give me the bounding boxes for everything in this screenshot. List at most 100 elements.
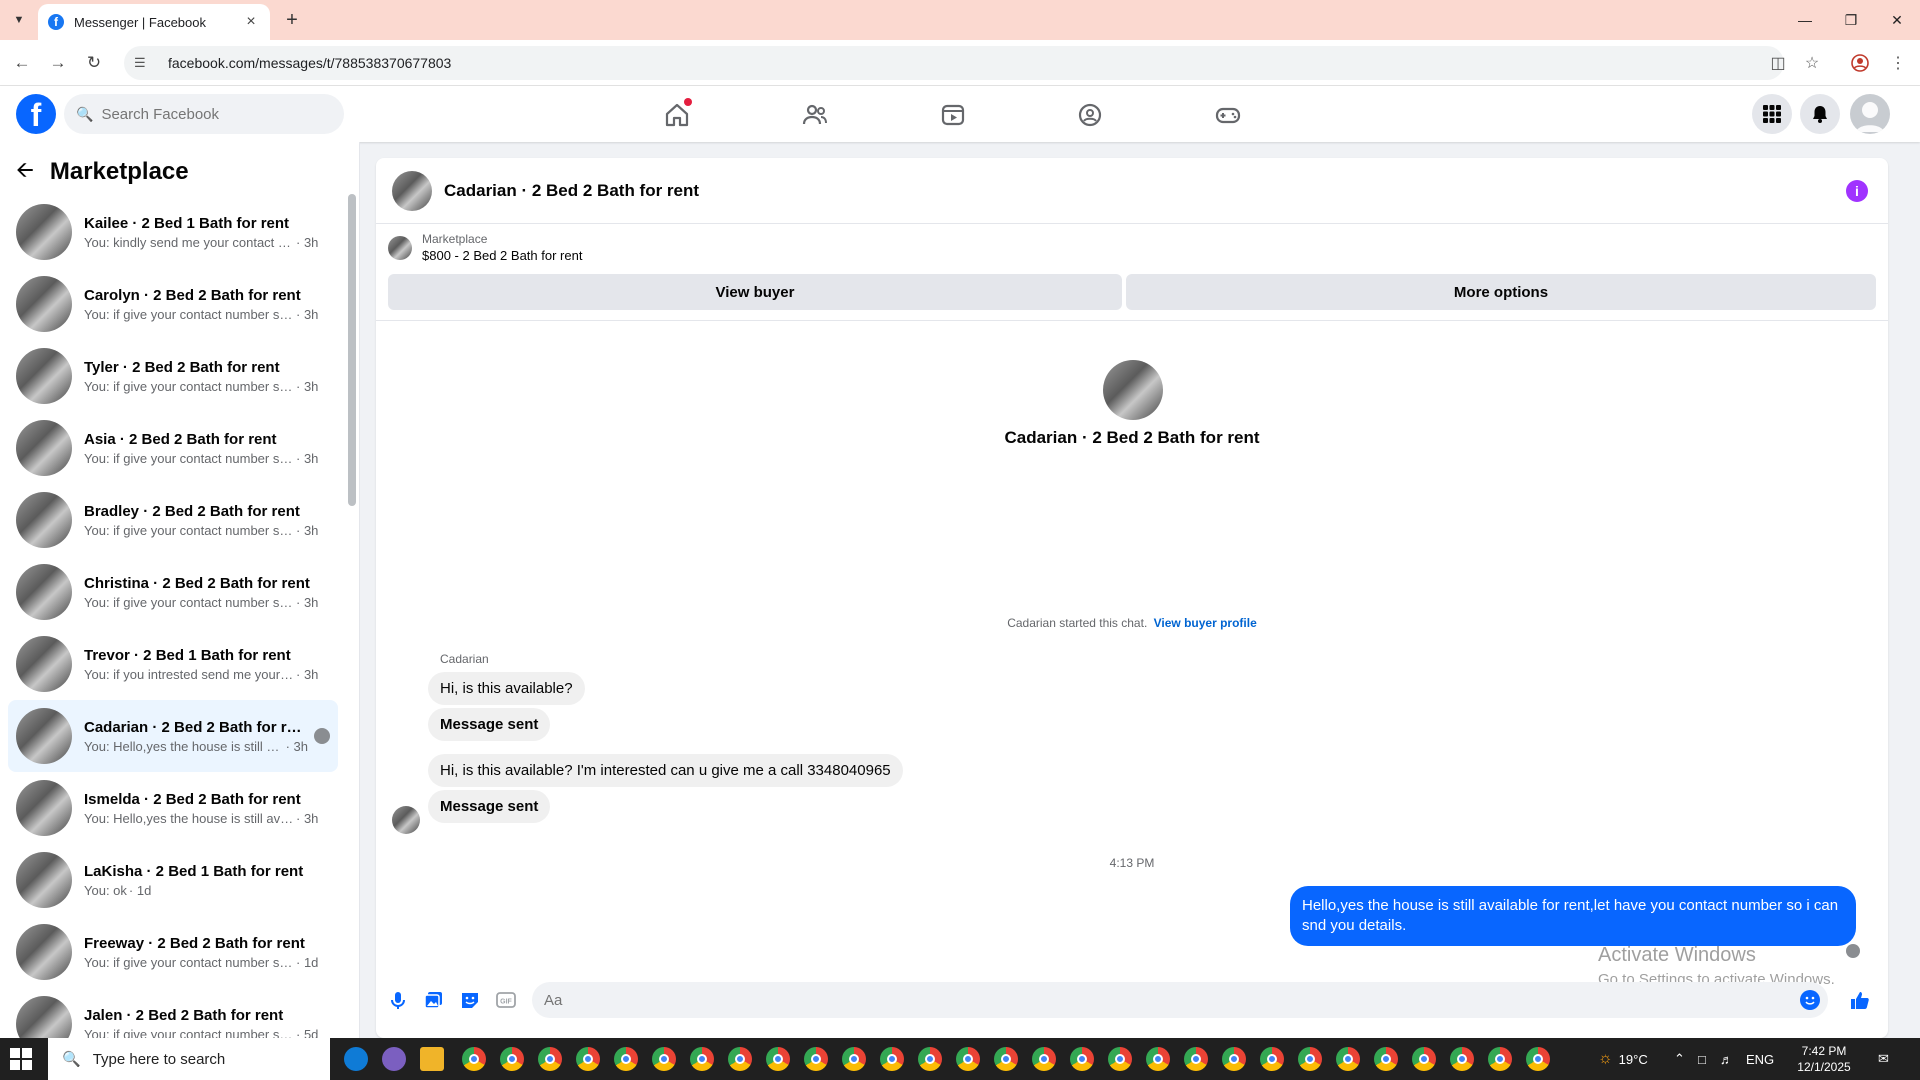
chrome-app-icon[interactable]: [842, 1047, 866, 1071]
forward-icon[interactable]: →: [46, 51, 70, 75]
thumbs-up-icon[interactable]: [1848, 988, 1872, 1012]
close-window-icon[interactable]: ✕: [1874, 0, 1920, 40]
emoji-icon[interactable]: [1800, 990, 1820, 1010]
incoming-message[interactable]: Message sent: [428, 790, 551, 823]
info-icon[interactable]: i: [1846, 180, 1868, 202]
chrome-app-icon[interactable]: [1260, 1047, 1284, 1071]
chat-header-name[interactable]: Cadarian · 2 Bed 2 Bath for rent: [444, 181, 699, 201]
menu-grid-icon[interactable]: [1752, 94, 1792, 134]
incoming-message[interactable]: Hi, is this available? I'm interested ca…: [428, 754, 903, 787]
tab-search-dropdown-icon[interactable]: ▼: [8, 9, 30, 31]
chrome-app-icon[interactable]: [1374, 1047, 1398, 1071]
chrome-app-icon[interactable]: [500, 1047, 524, 1071]
outgoing-message[interactable]: Hello,yes the house is still available f…: [1290, 886, 1856, 946]
groups-icon[interactable]: [1073, 98, 1107, 132]
home-icon[interactable]: [660, 98, 694, 132]
chrome-app-icon[interactable]: [1526, 1047, 1550, 1071]
chrome-app-icon[interactable]: [1488, 1047, 1512, 1071]
tab-close-icon[interactable]: ×: [242, 13, 260, 31]
volume-icon[interactable]: ♬: [1720, 1038, 1733, 1080]
chrome-app-icon[interactable]: [1412, 1047, 1436, 1071]
conversation-item[interactable]: Asia · 2 Bed 2 Bath for rent You: if give…: [8, 412, 338, 484]
conversation-item[interactable]: Tyler · 2 Bed 2 Bath for rent You: if giv…: [8, 340, 338, 412]
incoming-message[interactable]: Hi, is this available?: [428, 672, 585, 705]
chrome-app-icon[interactable]: [1450, 1047, 1474, 1071]
conversation-item[interactable]: Jalen · 2 Bed 2 Bath for rent You: if giv…: [8, 988, 338, 1038]
restore-icon[interactable]: ❐: [1828, 0, 1874, 40]
weather-widget[interactable]: ☼ 19°C: [1598, 1038, 1648, 1080]
conversation-item[interactable]: Carolyn · 2 Bed 2 Bath for rent You: if g…: [8, 268, 338, 340]
conversation-item[interactable]: Bradley · 2 Bed 2 Bath for rent You: if g…: [8, 484, 338, 556]
chrome-app-icon[interactable]: [804, 1047, 828, 1071]
chrome-app-icon[interactable]: [918, 1047, 942, 1071]
chrome-app-icon[interactable]: [728, 1047, 752, 1071]
show-hidden-icons[interactable]: ⌃: [1674, 1038, 1685, 1080]
gif-icon[interactable]: GIF: [494, 988, 518, 1012]
address-bar[interactable]: ☰ facebook.com/messages/t/78853837067780…: [124, 46, 1784, 80]
sender-avatar[interactable]: [392, 806, 420, 834]
file-explorer-icon[interactable]: [420, 1047, 444, 1071]
contact-profile-avatar[interactable]: [1103, 360, 1163, 420]
network-icon[interactable]: □: [1698, 1038, 1706, 1080]
more-options-button[interactable]: More options: [1126, 274, 1876, 310]
bookmark-star-icon[interactable]: ☆: [1800, 51, 1824, 75]
chrome-app-icon[interactable]: [538, 1047, 562, 1071]
conversation-item[interactable]: Trevor · 2 Bed 1 Bath for rent You: if yo…: [8, 628, 338, 700]
conversation-item[interactable]: Christina · 2 Bed 2 Bath for rent You: if…: [8, 556, 338, 628]
conversation-item[interactable]: Ismelda · 2 Bed 2 Bath for rent You: Hell…: [8, 772, 338, 844]
view-buyer-button[interactable]: View buyer: [388, 274, 1122, 310]
back-arrow-icon[interactable]: 🡨: [16, 153, 34, 191]
friends-icon[interactable]: [798, 98, 832, 132]
chrome-app-icon[interactable]: [690, 1047, 714, 1071]
chrome-app-icon[interactable]: [1298, 1047, 1322, 1071]
system-clock[interactable]: 7:42 PM 12/1/2025: [1782, 1043, 1866, 1075]
conversation-item[interactable]: Freeway · 2 Bed 2 Bath for rent You: if g…: [8, 916, 338, 988]
site-info-icon[interactable]: ☰: [134, 55, 154, 71]
facebook-search[interactable]: 🔍: [64, 94, 344, 134]
message-input-box[interactable]: [532, 982, 1828, 1018]
chrome-app-icon[interactable]: [1108, 1047, 1132, 1071]
conversation-item[interactable]: LaKisha · 2 Bed 1 Bath for rent You: ok · …: [8, 844, 338, 916]
chrome-app-icon[interactable]: [652, 1047, 676, 1071]
video-icon[interactable]: [936, 98, 970, 132]
windows-start-icon[interactable]: [10, 1048, 32, 1070]
chrome-app-icon[interactable]: [1222, 1047, 1246, 1071]
notifications-bell-icon[interactable]: [1800, 94, 1840, 134]
chrome-app-icon[interactable]: [1032, 1047, 1056, 1071]
sidebar-scrollbar[interactable]: [348, 194, 356, 506]
microphone-icon[interactable]: [386, 988, 410, 1012]
reload-icon[interactable]: ↻: [82, 51, 106, 75]
taskbar-search[interactable]: 🔍 Type here to search: [48, 1038, 330, 1080]
facebook-search-input[interactable]: [101, 105, 322, 123]
new-tab-icon[interactable]: +: [280, 8, 304, 32]
chrome-app-icon[interactable]: [766, 1047, 790, 1071]
back-icon[interactable]: ←: [10, 51, 34, 75]
conversation-item[interactable]: Kailee · 2 Bed 1 Bath for rent You: kindl…: [8, 196, 338, 268]
chrome-app-icon[interactable]: [1184, 1047, 1208, 1071]
incoming-message[interactable]: Message sent: [428, 708, 551, 741]
gaming-icon[interactable]: [1211, 98, 1245, 132]
chrome-app-icon[interactable]: [576, 1047, 600, 1071]
minimize-icon[interactable]: —: [1782, 0, 1828, 40]
chrome-app-icon[interactable]: [1070, 1047, 1094, 1071]
account-avatar[interactable]: [1850, 94, 1890, 134]
sticker-icon[interactable]: [458, 988, 482, 1012]
chrome-app-icon[interactable]: [462, 1047, 486, 1071]
facebook-logo-icon[interactable]: f: [16, 94, 56, 134]
conversation-item[interactable]: Cadarian · 2 Bed 2 Bath for rent You: Hel…: [8, 700, 338, 772]
language-indicator[interactable]: ENG: [1746, 1038, 1774, 1080]
message-input[interactable]: [544, 991, 1744, 1009]
browser-tab[interactable]: f Messenger | Facebook ×: [38, 4, 270, 40]
edge-app-icon[interactable]: [344, 1047, 368, 1071]
chrome-app-icon[interactable]: [614, 1047, 638, 1071]
photo-gallery-icon[interactable]: [422, 988, 446, 1012]
install-app-icon[interactable]: ◫: [1766, 51, 1790, 75]
chrome-app-icon[interactable]: [956, 1047, 980, 1071]
view-buyer-profile-link[interactable]: View buyer profile: [1154, 616, 1257, 630]
profile-icon[interactable]: [1848, 51, 1872, 75]
chrome-app-icon[interactable]: [1146, 1047, 1170, 1071]
chrome-app-icon[interactable]: [1336, 1047, 1360, 1071]
chat-header-avatar[interactable]: [392, 170, 432, 211]
chrome-app-icon[interactable]: [994, 1047, 1018, 1071]
notification-center-icon[interactable]: ✉: [1878, 1038, 1889, 1080]
